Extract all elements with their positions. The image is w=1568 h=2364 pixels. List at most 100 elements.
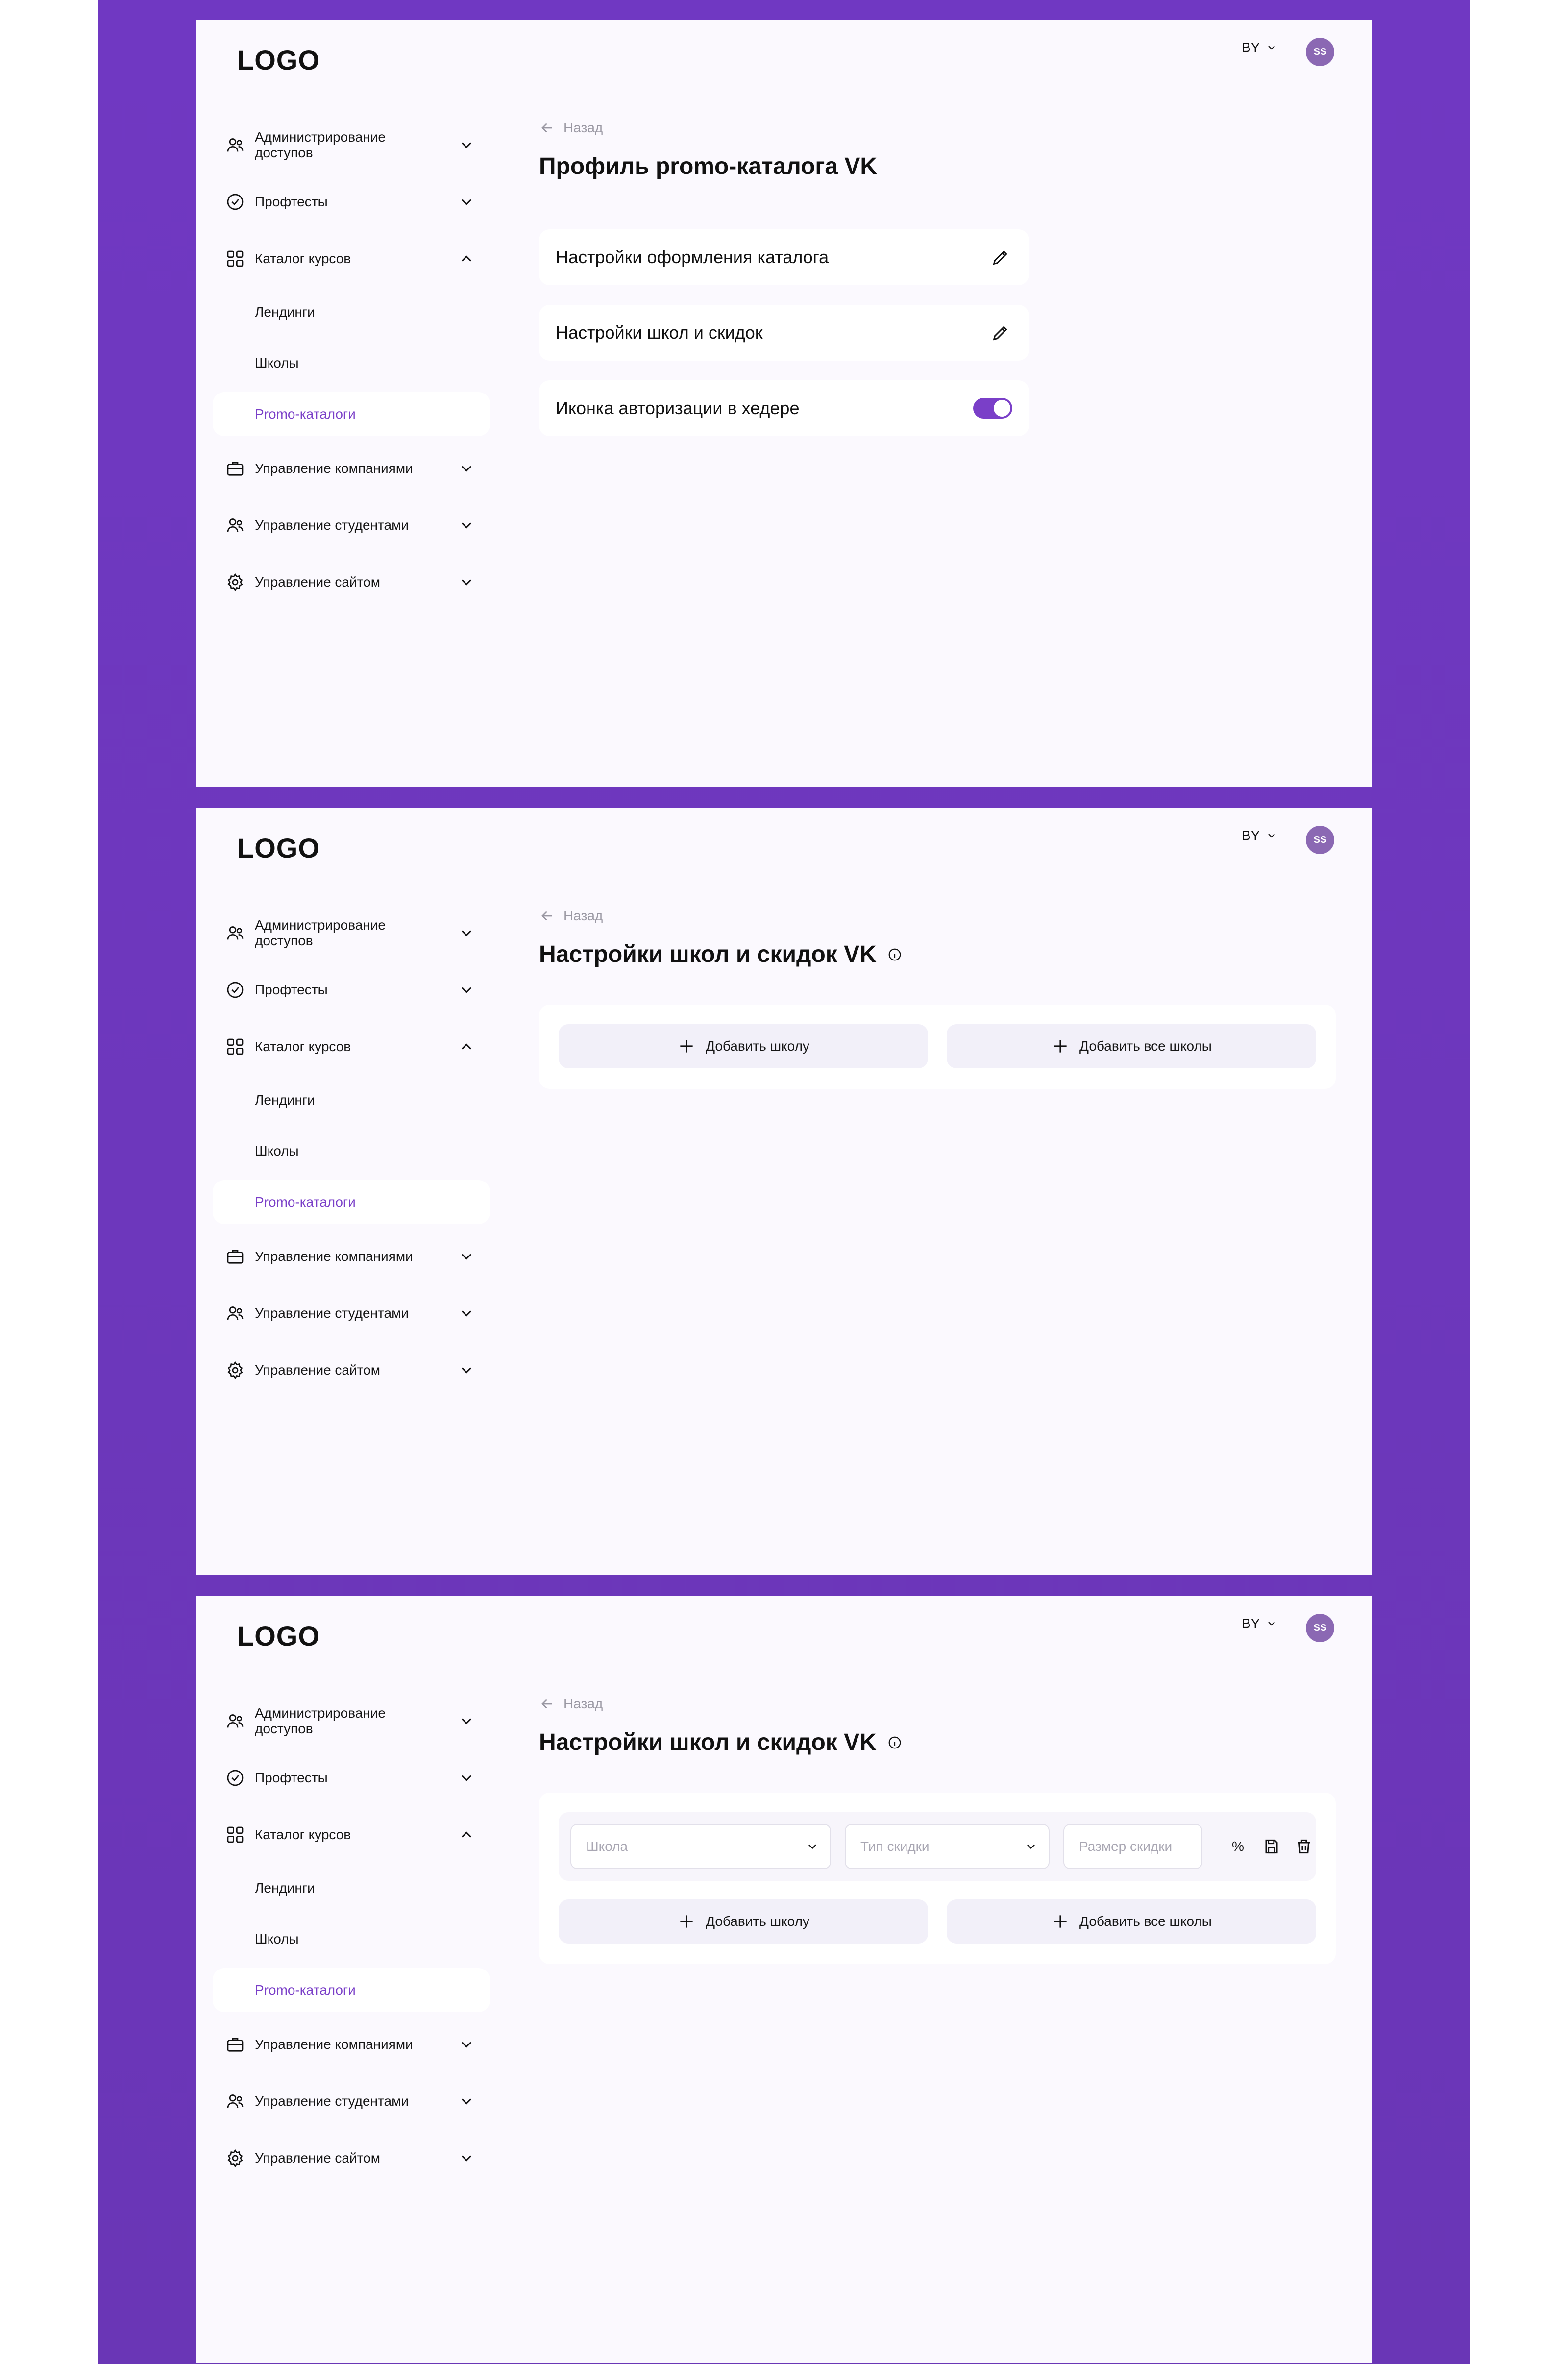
- users-icon: [227, 138, 244, 152]
- logo[interactable]: LOGO: [237, 1620, 320, 1652]
- sidebar-item-site[interactable]: Управление сайтом: [213, 1345, 490, 1396]
- language-selector[interactable]: BY: [1242, 40, 1277, 55]
- avatar[interactable]: SS: [1306, 1614, 1334, 1642]
- sidebar-item-label: Управление студентами: [255, 1305, 409, 1321]
- add-all-schools-button[interactable]: Добавить все школы: [947, 1024, 1316, 1068]
- add-school-label: Добавить школу: [706, 1038, 809, 1054]
- sidebar-item-proftests[interactable]: Профтесты: [213, 1752, 490, 1803]
- add-all-schools-button[interactable]: Добавить все школы: [947, 1899, 1316, 1944]
- discount-size-input[interactable]: Размер скидки: [1063, 1824, 1202, 1869]
- sidebar-subitem-promo-catalogs[interactable]: Promo-каталоги: [213, 1180, 490, 1224]
- chevron-down-icon: [1268, 46, 1275, 50]
- save-icon[interactable]: [1262, 1837, 1281, 1856]
- schools-panel: Школа Тип скидки Размер скидки % Добавит…: [539, 1793, 1336, 1964]
- sidebar-subitem-schools[interactable]: Школы: [213, 1917, 490, 1961]
- chevron-up-icon: [461, 1831, 472, 1838]
- sidebar-item-course-catalog[interactable]: Каталог курсов: [213, 233, 490, 284]
- sidebar-item-proftests[interactable]: Профтесты: [213, 964, 490, 1015]
- sidebar-item-proftests[interactable]: Профтесты: [213, 176, 490, 227]
- language-label: BY: [1242, 1616, 1260, 1631]
- chevron-down-icon: [461, 930, 472, 936]
- avatar[interactable]: SS: [1306, 38, 1334, 66]
- sidebar-item-label: Управление студентами: [255, 2093, 409, 2109]
- card-label: Настройки оформления каталога: [556, 247, 829, 267]
- card-label: Настройки школ и скидок: [556, 322, 763, 343]
- chevron-down-icon: [461, 1310, 472, 1317]
- sidebar-subitem-label: Школы: [255, 355, 299, 370]
- logo[interactable]: LOGO: [237, 44, 320, 76]
- chevron-down-icon: [808, 1844, 816, 1849]
- header-auth-icon-card: Иконка авторизации в хедере: [539, 380, 1029, 436]
- add-school-button[interactable]: Добавить школу: [559, 1899, 928, 1944]
- app-screen-3: LOGO BY SS Администрирование доступов Пр…: [196, 1596, 1372, 2363]
- back-link[interactable]: Назад: [539, 120, 603, 136]
- grid-icon: [227, 250, 244, 267]
- language-selector[interactable]: BY: [1242, 1616, 1277, 1631]
- sidebar-item-companies[interactable]: Управление компаниями: [213, 1231, 490, 1282]
- sidebar-item-access-admin[interactable]: Администрирование доступов: [213, 908, 490, 959]
- sidebar-item-site[interactable]: Управление сайтом: [213, 2133, 490, 2184]
- catalog-design-settings-card[interactable]: Настройки оформления каталога: [539, 229, 1029, 285]
- language-selector[interactable]: BY: [1242, 828, 1277, 843]
- sidebar-subitem-label: Promo-каталоги: [255, 406, 356, 421]
- sidebar: Администрирование доступов Профтесты Кат…: [213, 1696, 490, 2190]
- sidebar-item-companies[interactable]: Управление компаниями: [213, 2019, 490, 2070]
- info-icon[interactable]: [887, 1735, 902, 1750]
- chevron-down-icon: [461, 2042, 472, 2048]
- school-select-placeholder: Школа: [586, 1839, 628, 1854]
- sidebar-subitem-promo-catalogs[interactable]: Promo-каталоги: [213, 392, 490, 436]
- sidebar-subitem-landings[interactable]: Лендинги: [213, 1078, 490, 1122]
- trash-icon[interactable]: [1295, 1837, 1313, 1856]
- school-select[interactable]: Школа: [570, 1824, 831, 1869]
- avatar[interactable]: SS: [1306, 826, 1334, 854]
- chevron-down-icon: [461, 1254, 472, 1260]
- chevron-down-icon: [461, 1775, 472, 1781]
- sidebar-item-companies[interactable]: Управление компаниями: [213, 443, 490, 494]
- add-all-schools-label: Добавить все школы: [1079, 1038, 1212, 1054]
- pencil-icon[interactable]: [991, 323, 1010, 343]
- sidebar-subitem-promo-catalogs[interactable]: Promo-каталоги: [213, 1968, 490, 2012]
- users-icon: [227, 926, 244, 940]
- briefcase-icon: [227, 2038, 244, 2052]
- sidebar-item-course-catalog[interactable]: Каталог курсов: [213, 1809, 490, 1860]
- card-label: Иконка авторизации в хедере: [556, 398, 800, 418]
- sidebar-item-label: Управление сайтом: [255, 2150, 380, 2166]
- sidebar-item-site[interactable]: Управление сайтом: [213, 557, 490, 608]
- sidebar-item-label: Управление компаниями: [255, 2037, 413, 2052]
- chevron-down-icon: [461, 466, 472, 472]
- back-link[interactable]: Назад: [539, 1696, 603, 1712]
- page-title: Настройки школ и скидок VK: [539, 941, 902, 968]
- app-screen-1: LOGO BY SS Администрирование доступов Пр…: [196, 20, 1372, 787]
- sidebar-item-course-catalog[interactable]: Каталог курсов: [213, 1021, 490, 1072]
- add-school-button[interactable]: Добавить школу: [559, 1024, 928, 1068]
- page-title: Настройки школ и скидок VK: [539, 1729, 902, 1756]
- sidebar-subitem-schools[interactable]: Школы: [213, 341, 490, 385]
- sidebar-item-label: Администрирование доступов: [255, 129, 386, 160]
- language-label: BY: [1242, 828, 1260, 843]
- sidebar-subitem-landings[interactable]: Лендинги: [213, 1866, 490, 1910]
- plus-icon: [1054, 1040, 1067, 1053]
- sidebar-item-students[interactable]: Управление студентами: [213, 500, 490, 551]
- pencil-icon[interactable]: [991, 247, 1010, 267]
- sidebar-subitem-label: Promo-каталоги: [255, 1982, 356, 1997]
- sidebar-item-access-admin[interactable]: Администрирование доступов: [213, 1696, 490, 1747]
- grid-icon: [227, 1826, 244, 1843]
- sidebar-item-students[interactable]: Управление студентами: [213, 2076, 490, 2127]
- sidebar-subitem-label: Лендинги: [255, 304, 315, 320]
- back-label: Назад: [564, 908, 603, 923]
- sidebar-subitem-landings[interactable]: Лендинги: [213, 290, 490, 334]
- plus-icon: [680, 1915, 693, 1928]
- plus-icon: [1054, 1915, 1067, 1928]
- sidebar-item-access-admin[interactable]: Администрирование доступов: [213, 120, 490, 171]
- back-link[interactable]: Назад: [539, 908, 603, 924]
- sidebar-subitem-schools[interactable]: Школы: [213, 1129, 490, 1173]
- schools-discounts-settings-card[interactable]: Настройки школ и скидок: [539, 305, 1029, 361]
- sidebar-item-students[interactable]: Управление студентами: [213, 1288, 490, 1339]
- info-icon[interactable]: [887, 947, 902, 962]
- sidebar-item-label: Управление компаниями: [255, 1249, 413, 1264]
- auth-icon-toggle[interactable]: [973, 398, 1012, 419]
- logo[interactable]: LOGO: [237, 832, 320, 864]
- briefcase-icon: [227, 462, 244, 476]
- discount-type-select[interactable]: Тип скидки: [845, 1824, 1050, 1869]
- gear-icon: [227, 573, 243, 591]
